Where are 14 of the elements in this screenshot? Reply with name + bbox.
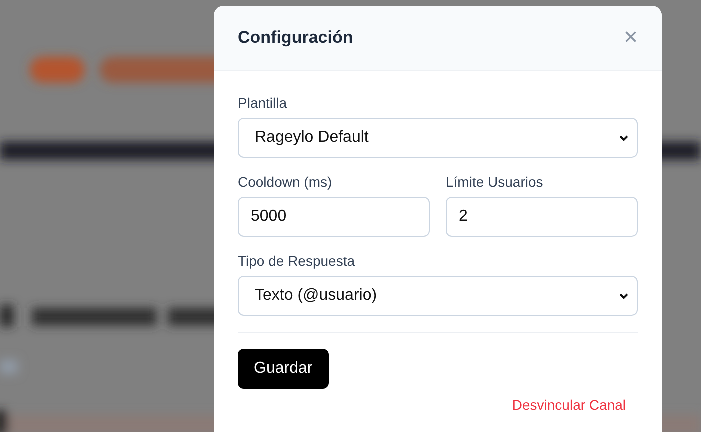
chevron-down-icon	[619, 292, 629, 300]
field-label: Tipo de Respuesta	[238, 253, 356, 269]
dropdown-field[interactable]: Texto (@usuario)	[238, 276, 638, 316]
input-field[interactable]: 2	[446, 197, 638, 237]
blurred-logo	[30, 57, 85, 83]
field-label: Plantilla	[238, 95, 288, 111]
unlink-channel-link[interactable]: Desvincular Canal	[512, 397, 626, 413]
field-label: Cooldown (ms)	[238, 174, 334, 190]
dialog-title: Configuración	[238, 28, 354, 48]
save-button[interactable]: Guardar	[238, 349, 329, 389]
input-field[interactable]: 5000	[238, 197, 430, 237]
dropdown-field[interactable]: Rageylo Default	[238, 118, 638, 158]
chevron-down-icon	[619, 134, 629, 142]
field-label: Límite Usuarios	[446, 174, 544, 190]
